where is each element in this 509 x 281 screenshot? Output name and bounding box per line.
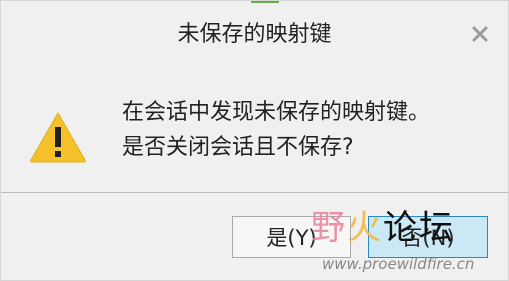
dialog-title: 未保存的映射键 xyxy=(177,22,332,47)
title-bar: 未保存的映射键 xyxy=(1,1,508,69)
message-line-2: 是否关闭会话且不保存? xyxy=(122,135,354,160)
close-icon[interactable] xyxy=(469,23,491,45)
warning-icon-svg xyxy=(30,111,86,163)
message-line-1: 在会话中发现未保存的映射键。 xyxy=(122,100,431,125)
warning-icon xyxy=(28,110,88,164)
yes-button[interactable]: 是(Y) xyxy=(232,216,351,258)
dialog-content: 在会话中发现未保存的映射键。 是否关闭会话且不保存? xyxy=(1,69,508,193)
no-button[interactable]: 否(N) xyxy=(368,216,488,258)
dialog-window: 未保存的映射键 在会话中发现未保存的映射键。 是否关闭会话且不保存? 是(Y) … xyxy=(0,0,509,281)
dialog-message: 在会话中发现未保存的映射键。 是否关闭会话且不保存? xyxy=(122,95,492,165)
button-bar: 是(Y) 否(N) xyxy=(1,193,508,280)
close-icon-svg xyxy=(472,26,488,42)
